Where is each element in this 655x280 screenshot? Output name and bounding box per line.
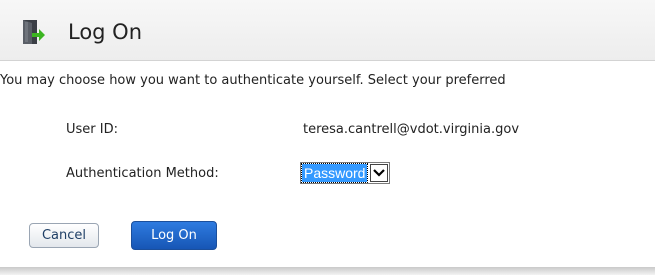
door-exit-icon (20, 19, 46, 45)
dialog-bottom-shadow (0, 267, 655, 275)
intro-text: You may choose how you want to authentic… (0, 73, 506, 88)
dialog-title: Log On (68, 20, 143, 44)
logon-button[interactable]: Log On (131, 221, 217, 250)
cancel-button[interactable]: Cancel (29, 223, 99, 248)
auth-method-selected-value: Password (300, 163, 369, 183)
user-id-label: User ID: (66, 122, 118, 137)
logon-dialog: Log On You may choose how you want to au… (0, 0, 655, 270)
auth-method-select[interactable]: Password (300, 162, 391, 184)
chevron-down-icon[interactable] (370, 164, 389, 182)
dialog-titlebar: Log On (0, 0, 655, 61)
user-id-value: teresa.cantrell@vdot.virginia.gov (303, 122, 520, 137)
auth-method-label: Authentication Method: (66, 166, 219, 181)
